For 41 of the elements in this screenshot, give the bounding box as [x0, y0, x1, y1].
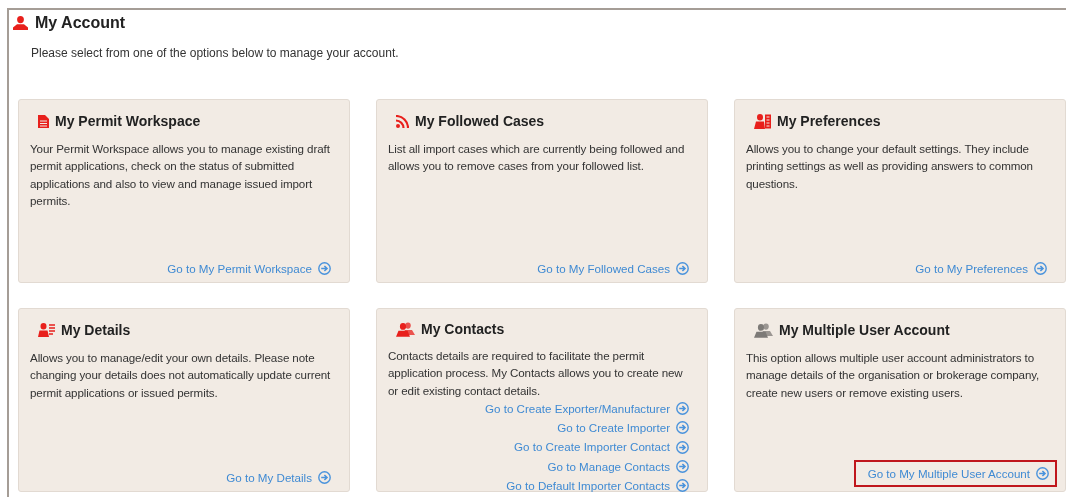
card-link[interactable]: Go to Create Importer — [555, 418, 691, 438]
document-icon — [38, 114, 49, 128]
rss-icon — [396, 114, 409, 128]
arrow-circle-icon — [318, 261, 331, 275]
card-link[interactable]: Go to My Details — [224, 467, 333, 487]
intro-text: Please select from one of the options below to manage your account. — [31, 46, 400, 62]
arrow-circle-icon — [1034, 261, 1047, 275]
card-description: Contacts details are required to facilitate the permit application process. My Contacts allows you to create new or edit existing contact details. — [388, 348, 684, 399]
card-title: My Multiple User Account — [779, 322, 950, 338]
arrow-circle-icon — [676, 459, 689, 473]
arrow-circle-icon — [676, 261, 689, 275]
card-link[interactable]: Go to Create Exporter/Manufacturer — [483, 398, 691, 419]
card-description: This option allows multiple user account administrators to manage details of the organisation or brokerage company, create new users or remove existing users. — [746, 350, 1041, 401]
arrow-circle-icon — [318, 470, 331, 484]
card-description: Allows you to change your default settings. They include printing settings as well as providing answers to common questions. — [746, 141, 1034, 192]
person-list-icon — [38, 323, 55, 337]
arrow-circle-icon — [676, 479, 689, 493]
card-title: My Preferences — [777, 113, 881, 129]
card-title: My Contacts — [421, 321, 505, 337]
card-link[interactable]: Go to Create Importer Contact — [512, 437, 691, 457]
arrow-circle-icon — [676, 421, 689, 435]
card-link[interactable]: Go to My Followed Cases — [535, 258, 691, 278]
person-list-icon — [754, 113, 771, 129]
card-link[interactable]: Go to Manage Contacts — [545, 456, 691, 477]
arrow-circle-icon — [676, 440, 689, 454]
card-description: List all import cases which are currently being followed and allows you to remove cases from your followed list. — [388, 141, 686, 175]
card-title: My Permit Workspace — [55, 113, 201, 129]
card-link[interactable]: Go to My Multiple User Account — [853, 459, 1057, 487]
card-title: My Followed Cases — [415, 113, 545, 129]
arrow-circle-icon — [676, 402, 689, 416]
arrow-circle-icon — [1036, 466, 1049, 480]
page-title: My Account — [35, 14, 126, 32]
card-link[interactable]: Go to My Permit Workspace — [165, 258, 333, 278]
card-description: Your Permit Workspace allows you to manage existing draft permit applications, check on the status of submitted applications and also to view and manage issued import permits. — [30, 141, 331, 209]
card-link[interactable]: Go to Default Importer Contacts — [504, 476, 691, 496]
card-title: My Details — [61, 322, 131, 338]
card-link[interactable]: Go to My Preferences — [913, 258, 1049, 278]
user-icon — [13, 16, 28, 30]
card-description: Allows you to manage/edit your own details. Please note changing your details does not automatically update current permit applications or issued permits. — [30, 350, 332, 401]
people-icon — [754, 322, 773, 338]
people-icon — [396, 321, 415, 337]
